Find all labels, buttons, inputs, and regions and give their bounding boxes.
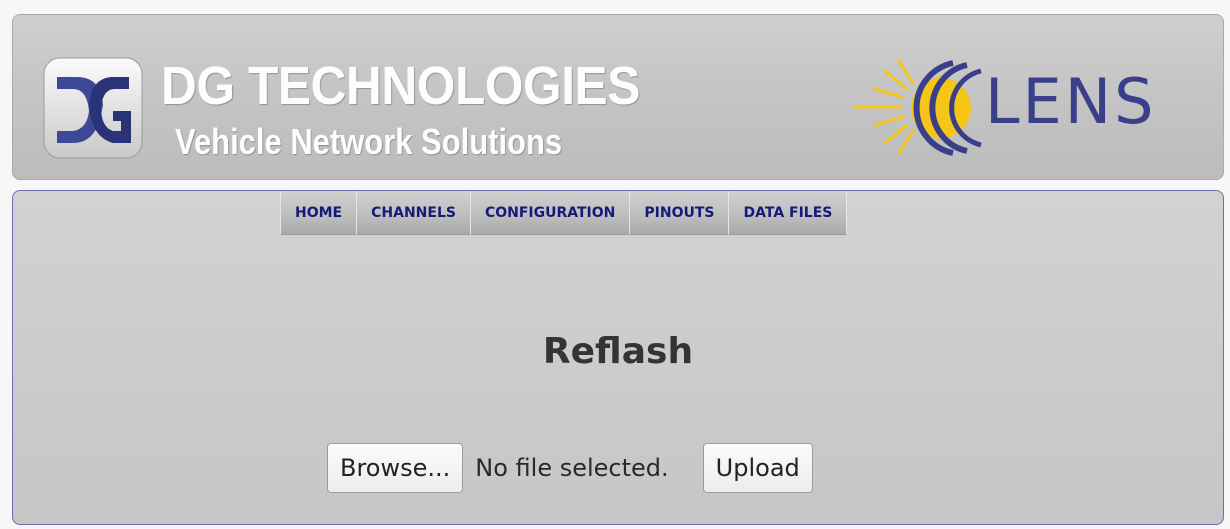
nav-item-home[interactable]: HOME: [280, 191, 358, 235]
upload-form: Browse... No file selected. Upload: [327, 443, 813, 493]
browse-button[interactable]: Browse...: [327, 443, 464, 493]
product-name: LENS: [985, 65, 1157, 138]
nav-item-configuration[interactable]: CONFIGURATION: [470, 191, 631, 235]
nav-item-data-files[interactable]: DATA FILES: [729, 191, 848, 235]
nav-item-channels[interactable]: CHANNELS: [357, 191, 471, 235]
nav-item-pinouts[interactable]: PINOUTS: [630, 191, 730, 235]
page-title: Reflash: [542, 331, 694, 372]
main-panel: HOME CHANNELS CONFIGURATION PINOUTS DATA…: [12, 190, 1224, 525]
site-header: DG TECHNOLOGIES Vehicle Network Solution…: [12, 14, 1224, 180]
upload-button[interactable]: Upload: [702, 443, 813, 493]
main-nav: HOME CHANNELS CONFIGURATION PINOUTS DATA…: [280, 191, 848, 235]
brand-subtitle: Vehicle Network Solutions: [175, 121, 563, 162]
brand-title: DG TECHNOLOGIES: [161, 56, 640, 116]
dg-logo-icon: [43, 57, 143, 159]
lens-sun-icon: [853, 59, 982, 156]
file-status-text: No file selected.: [475, 454, 669, 482]
